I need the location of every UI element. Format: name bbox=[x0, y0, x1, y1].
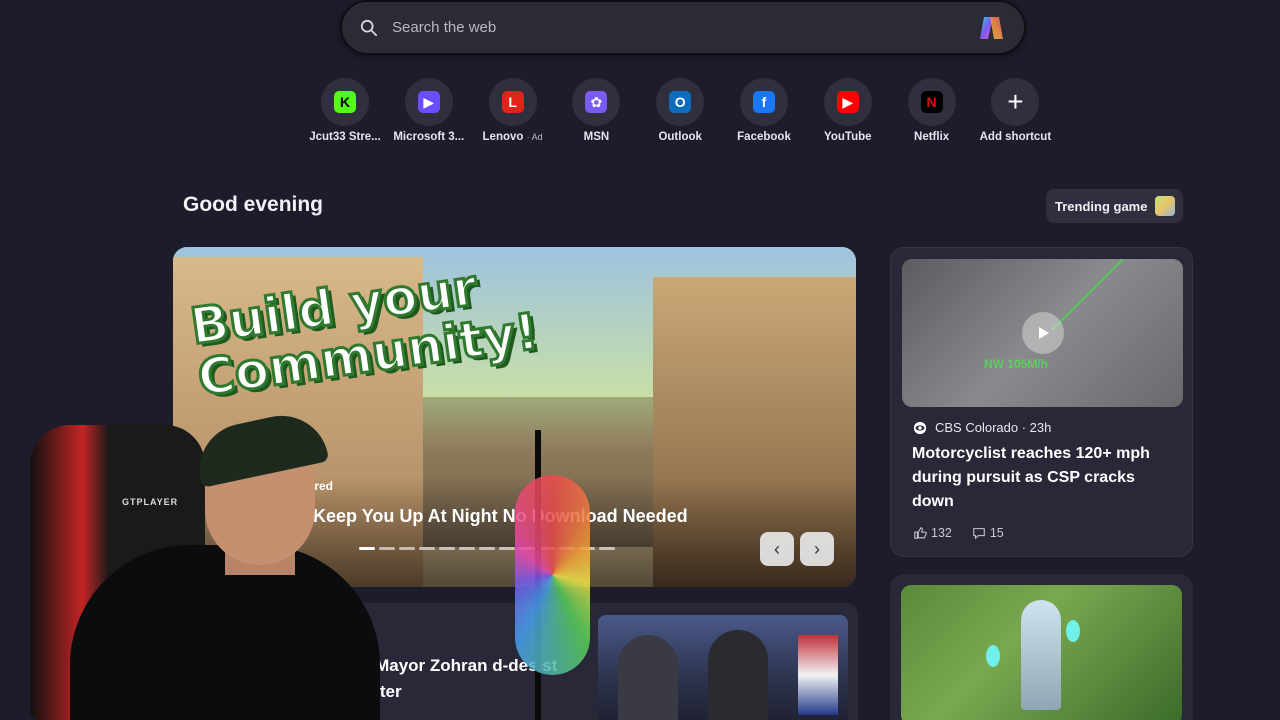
comment-count: 15 bbox=[989, 526, 1004, 540]
shortcut-label: Microsoft 3... bbox=[384, 131, 474, 143]
shortcut-tile[interactable]: ▶ bbox=[823, 78, 872, 126]
image-person-center bbox=[708, 630, 768, 720]
carousel-prev-button[interactable]: ‹ bbox=[760, 532, 794, 566]
play-button[interactable] bbox=[1022, 312, 1064, 354]
image-crystal-left bbox=[986, 645, 1000, 667]
shortcut-tile[interactable]: K bbox=[321, 78, 369, 126]
shortcut-netflix[interactable]: N Netflix bbox=[887, 78, 977, 143]
game-card-image[interactable] bbox=[901, 585, 1182, 720]
news-headline[interactable]: Motorcyclist reaches 120+ mph during pur… bbox=[912, 442, 1177, 514]
thumbnail-speed-overlay: NW 105M/h bbox=[984, 357, 1049, 371]
netflix-icon: N bbox=[920, 91, 943, 113]
shortcut-label-text: MSN bbox=[583, 131, 610, 143]
youtube-icon: ▶ bbox=[836, 91, 859, 113]
shortcut-label: MSN bbox=[551, 131, 641, 143]
shortcut-tile[interactable]: ▶ bbox=[404, 78, 453, 126]
rainbow-fan-light bbox=[515, 475, 590, 675]
shortcut-label-text: Outlook bbox=[658, 131, 702, 143]
shortcut-label: Outlook bbox=[635, 131, 725, 143]
shortcut-lenovo[interactable]: L Lenovo · Ad bbox=[468, 78, 558, 143]
thumbnail-road-line bbox=[1051, 259, 1180, 331]
shortcut-tile[interactable]: O bbox=[656, 78, 705, 126]
shortcut-outlook[interactable]: O Outlook bbox=[635, 78, 725, 143]
microsoft365-icon: ▶ bbox=[417, 91, 440, 113]
cbs-eye-icon bbox=[913, 421, 927, 434]
shortcut-tile[interactable]: L bbox=[488, 78, 537, 126]
shortcut-label: YouTube bbox=[803, 131, 893, 143]
shortcut-plus[interactable]: + Add shortcut bbox=[970, 78, 1060, 143]
shortcut-label: Facebook bbox=[719, 131, 809, 143]
outlook-icon: O bbox=[669, 91, 692, 113]
news-video-thumbnail[interactable]: NW 105M/h bbox=[902, 259, 1183, 407]
thumbs-up-icon[interactable] bbox=[913, 526, 927, 540]
greeting: Good evening bbox=[183, 193, 324, 216]
shortcut-label-text: Lenovo bbox=[482, 131, 524, 143]
carousel-next-button[interactable]: › bbox=[800, 532, 834, 566]
search-bar[interactable]: Search the web bbox=[340, 0, 1026, 55]
shortcut-tile[interactable]: f bbox=[740, 78, 788, 126]
lenovo-icon: L bbox=[501, 91, 524, 113]
webcam-overlay: GTPLAYER bbox=[0, 407, 600, 720]
trending-game-button[interactable]: Trending game bbox=[1046, 189, 1183, 223]
plus-icon: + bbox=[1007, 86, 1024, 117]
facebook-icon: f bbox=[753, 91, 775, 113]
lower-news-image[interactable] bbox=[598, 615, 848, 720]
shortcut-label: Add shortcut bbox=[970, 131, 1060, 143]
shortcut-tile[interactable]: ✿ bbox=[572, 78, 621, 126]
search-input[interactable]: Search the web bbox=[392, 19, 976, 36]
shortcut-tile[interactable]: N bbox=[907, 78, 956, 126]
shortcut-youtube[interactable]: ▶ YouTube bbox=[803, 78, 893, 143]
shortcut-label-text: Microsoft 3... bbox=[393, 131, 465, 143]
ad-badge: · Ad bbox=[526, 132, 543, 142]
shortcuts-row: K Jcut33 Stre... ▶ Microsoft 3... L Lenovo · … bbox=[300, 78, 1070, 148]
comment-icon[interactable] bbox=[972, 526, 986, 540]
shortcut-facebook[interactable]: f Facebook bbox=[719, 78, 809, 143]
play-icon bbox=[1039, 327, 1049, 339]
game-card[interactable] bbox=[890, 574, 1193, 720]
image-crystal-right bbox=[1066, 620, 1080, 642]
news-source[interactable]: CBS Colorado · 23h bbox=[913, 420, 1051, 435]
search-icon bbox=[360, 19, 378, 36]
shortcut-msn[interactable]: ✿ MSN bbox=[551, 78, 641, 143]
shortcut-label-text: Jcut33 Stre... bbox=[309, 131, 381, 143]
shortcut-label: Lenovo · Ad bbox=[468, 131, 558, 143]
msn-icon: ✿ bbox=[585, 91, 608, 113]
shortcut-label-text: Netflix bbox=[914, 131, 950, 143]
chair-brand: GTPLAYER bbox=[122, 497, 179, 507]
shortcut-label-text: Facebook bbox=[737, 131, 791, 143]
image-tower bbox=[1021, 600, 1061, 710]
shortcut-label: Jcut33 Stre... bbox=[300, 131, 390, 143]
news-stats: 132 15 bbox=[913, 526, 1004, 540]
shortcut-kick[interactable]: K Jcut33 Stre... bbox=[300, 78, 390, 143]
copilot-icon[interactable] bbox=[976, 13, 1006, 43]
news-card[interactable]: NW 105M/h CBS Colorado · 23h Motorcyclis… bbox=[890, 247, 1193, 557]
news-source-label: CBS Colorado · 23h bbox=[935, 420, 1052, 435]
shortcut-label-text: Add shortcut bbox=[979, 131, 1052, 143]
carousel-dot[interactable] bbox=[599, 547, 615, 550]
shortcut-label: Netflix bbox=[887, 131, 977, 143]
image-person-left bbox=[618, 635, 678, 720]
shortcut-microsoft365[interactable]: ▶ Microsoft 3... bbox=[384, 78, 474, 143]
shortcut-tile[interactable]: + bbox=[991, 78, 1040, 126]
image-flag bbox=[798, 635, 838, 715]
game-thumbnail-icon bbox=[1155, 196, 1176, 216]
trending-game-label: Trending game bbox=[1055, 198, 1148, 214]
kick-icon: K bbox=[334, 91, 356, 113]
shortcut-label-text: YouTube bbox=[824, 131, 872, 143]
like-count: 132 bbox=[931, 526, 952, 540]
